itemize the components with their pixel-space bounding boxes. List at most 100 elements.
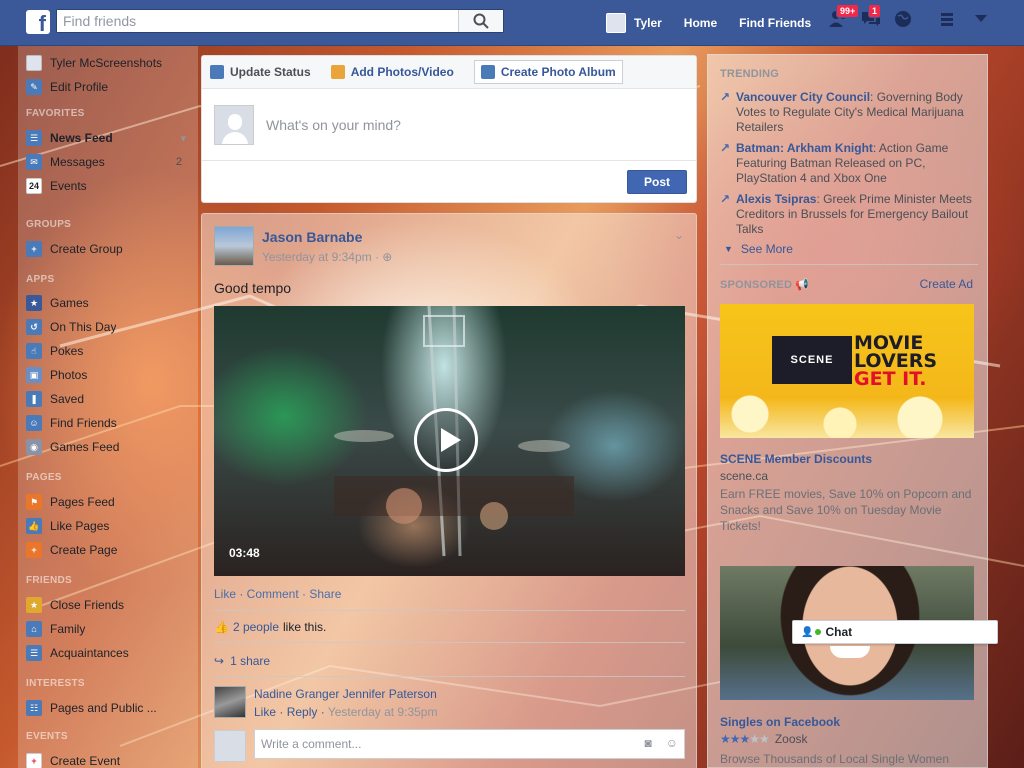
post-author[interactable]: Jason Barnabe [262,229,362,245]
profile-link[interactable]: Tyler [634,16,662,30]
friend-requests-button[interactable]: 99+ [828,4,860,30]
messages-badge: 1 [868,4,882,18]
sidebar-item-messages[interactable]: ✉ Messages 2 [26,153,198,171]
camera-icon[interactable]: ◙ [644,736,651,750]
sidebar-item-saved[interactable]: ❚ Saved [26,390,198,408]
sponsored-header: SPONSORED 📢 [720,278,809,291]
commenter-avatar[interactable] [214,686,246,718]
photos-icon: ▣ [26,367,42,383]
sidebar-item-acquaintances[interactable]: ☰ Acquaintances [26,644,198,662]
comment-reply-link[interactable]: Reply [287,705,318,719]
notifications-button[interactable] [892,8,914,30]
pages-public-icon: ☷ [26,700,42,716]
ad-headline: MOVIE LOVERS GET IT. [854,334,937,389]
sidebar-item-on-this-day[interactable]: ↺ On This Day [26,318,198,336]
sidebar-item-label: Events [50,179,87,193]
tab-update-status[interactable]: Update Status [210,65,311,79]
feed-post: Jason Barnabe Yesterday at 9:34pm · ⊕ ⌄ … [201,213,697,768]
status-input[interactable]: What's on your mind? [266,117,401,133]
account-menu-button[interactable] [970,8,992,30]
post-options-chevron-icon[interactable]: ⌄ [674,228,684,242]
comment-like-link[interactable]: Like [254,705,276,719]
messages-button[interactable]: 1 [860,4,882,30]
ad-title[interactable]: SCENE Member Discounts [720,452,872,466]
sidebar-item-close-friends[interactable]: ★ Close Friends [26,596,198,614]
sidebar-item-profile[interactable]: Tyler McScreenshots [26,54,198,72]
scene-ad-image[interactable]: SCENE MOVIE LOVERS GET IT. [720,304,974,438]
trending-text: Alexis Tsipras: Greek Prime Minister Mee… [736,192,978,237]
create-ad-link[interactable]: Create Ad [920,277,973,291]
sidebar-item-label: Create Page [50,543,118,557]
post-button[interactable]: Post [626,169,687,194]
comment-actions: Like · Reply · Yesterday at 9:35pm [254,705,438,719]
sidebar-item-label: Games [50,296,89,310]
user-avatar [214,104,254,145]
sidebar-item-label: Pages Feed [50,495,115,509]
sidebar-item-label: Edit Profile [50,80,109,94]
find-friends-link[interactable]: Find Friends [739,16,811,30]
games-icon: ★ [26,295,42,311]
trending-item[interactable]: ↗ Alexis Tsipras: Greek Prime Minister M… [720,192,978,237]
privacy-shortcuts-button[interactable] [938,8,960,30]
sidebar-item-find-friends[interactable]: ☺ Find Friends [26,414,198,432]
scene-logo: SCENE [772,336,852,384]
tab-create-album[interactable]: Create Photo Album [473,60,623,84]
home-link[interactable]: Home [684,16,717,30]
divider [720,264,978,265]
see-more-link[interactable]: ▼ See More [724,242,793,256]
thumbs-up-icon: 👍 [214,620,229,634]
sidebar-item-edit-profile[interactable]: ✎ Edit Profile [26,78,198,96]
privacy-lock-icon [941,13,953,26]
video-player[interactable]: 03:48 [214,306,685,576]
sidebar-item-create-group[interactable]: + Create Group [26,240,198,258]
section-header-friends: FRIENDS [26,575,72,586]
post-actions[interactable]: Like · Comment · Share [214,587,341,601]
section-header-events: EVENTS [26,731,68,742]
divider [214,610,685,611]
ad-title[interactable]: Singles on Facebook [720,715,840,729]
sidebar-item-pokes[interactable]: ☝ Pokes [26,342,198,360]
comment-input[interactable] [255,730,615,758]
ad-description: Browse Thousands of Local Single Women [720,752,950,766]
album-icon [480,65,495,79]
tab-add-photos[interactable]: Add Photos/Video [330,65,454,79]
sidebar-item-pages-feed[interactable]: ⚑ Pages Feed [26,493,198,511]
shares-summary[interactable]: ↪ 1 share [214,654,270,668]
video-duration: 03:48 [229,546,260,560]
trending-item[interactable]: ↗ Vancouver City Council: Governing Body… [720,90,978,135]
sidebar-item-create-page[interactable]: + Create Page [26,541,198,559]
search-button[interactable] [458,10,503,32]
sidebar-item-news-feed[interactable]: ☰ News Feed ▾ [26,129,198,147]
section-header-groups: GROUPS [26,219,72,230]
caret-down-icon [975,15,987,22]
sidebar-item-games-feed[interactable]: ◉ Games Feed [26,438,198,456]
comment-names[interactable]: Nadine Granger Jennifer Paterson [254,687,437,701]
sidebar-item-games[interactable]: ★ Games [26,294,198,312]
search-input[interactable] [57,10,457,32]
chevron-down-icon[interactable]: ▾ [180,132,186,145]
comment-timestamp[interactable]: Yesterday at 9:35pm [328,705,438,719]
ad-description: Earn FREE movies, Save 10% on Popcorn an… [720,487,972,533]
sidebar-item-family[interactable]: ⌂ Family [26,620,198,638]
sidebar-item-create-event[interactable]: + Create Event [26,752,198,768]
chat-sidebar-button[interactable]: 👤 Chat [792,620,998,644]
sidebar-item-like-pages[interactable]: 👍 Like Pages [26,517,198,535]
trending-title: Batman: Arkham Knight [736,141,873,155]
post-timestamp[interactable]: Yesterday at 9:34pm · ⊕ [262,250,392,264]
play-button-icon[interactable] [414,408,478,472]
search-box [56,9,504,33]
sidebar-item-label: Photos [50,368,88,382]
user-avatar[interactable] [606,13,626,33]
trending-item[interactable]: ↗ Batman: Arkham Knight: Action Game Fea… [720,141,978,186]
tab-label: Create Photo Album [500,65,616,79]
emoji-icon[interactable]: ☺ [666,736,678,750]
sidebar-item-label: Create Event [50,754,121,768]
likes-count-link[interactable]: 2 people [233,620,279,634]
top-navigation-bar: f Tyler Home Find Friends 99+ [0,0,1024,46]
composer-body[interactable]: What's on your mind? [202,89,696,161]
sidebar-item-events[interactable]: 24 Events [26,177,198,195]
author-avatar[interactable] [214,226,254,266]
facebook-logo[interactable]: f [26,10,50,34]
sidebar-item-pages-public[interactable]: ☷ Pages and Public ... [26,699,198,717]
sidebar-item-photos[interactable]: ▣ Photos [26,366,198,384]
